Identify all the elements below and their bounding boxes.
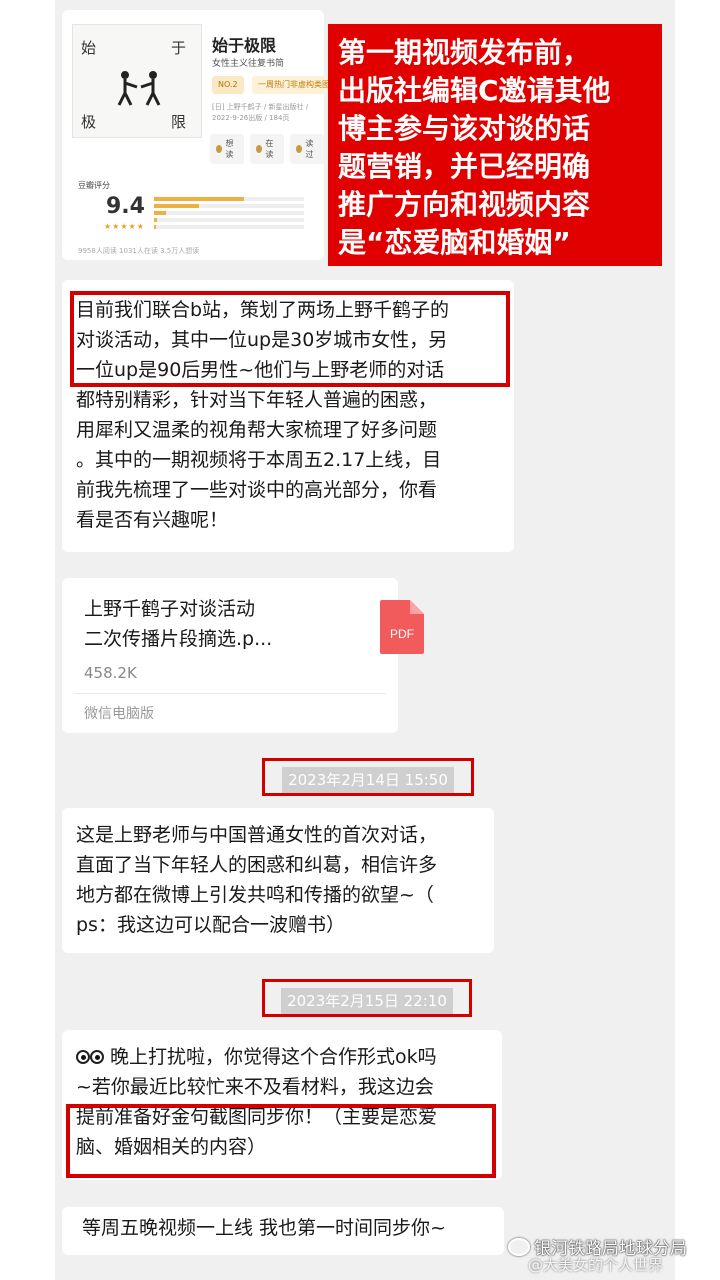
divider (74, 693, 386, 694)
book-subtitle: 女性主义往复书简 (212, 59, 285, 69)
annotation-line: 是“恋爱脑和婚姻” (338, 226, 571, 259)
highlight-box (66, 1104, 496, 1178)
check-icon (296, 145, 303, 153)
message-line: ~若你最近比较忙来不及看材料，我这边会 (76, 1076, 434, 1098)
message-line: 看是否有兴趣呢！ (76, 509, 229, 531)
score-value: 9.4 (106, 194, 145, 219)
book-stats: 9958人阅读 1031人在读 3.5万人想读 (78, 247, 200, 255)
cover-char: 于 (171, 39, 187, 57)
message-line: 用犀利又温柔的视角帮大家梳理了好多问题 (76, 419, 438, 441)
read-button[interactable]: 读过 (290, 134, 324, 164)
timestamp: 2023年2月15日 22:10 (262, 979, 472, 1017)
star-rating: ★★★★★ (104, 222, 145, 231)
book-actions: 想读 在读 读过 (210, 134, 324, 164)
rank-badge: NO.2 (212, 76, 244, 94)
rating-bar-fill (154, 225, 156, 229)
rating-bar-fill (154, 204, 199, 208)
chat-message[interactable]: 这是上野老师与中国普通女性的首次对话， 直面了当下年轻人的困惑和纠葛，相信许多 … (62, 808, 494, 953)
message-text: 晚上打扰啦，你觉得这个合作形式ok吗 (110, 1046, 437, 1068)
rating-bar (154, 218, 304, 222)
timestamp: 2023年2月14日 15:50 (262, 758, 474, 796)
message-line: 直面了当下年轻人的困惑和纠葛，相信许多 (76, 854, 438, 876)
cover-char: 极 (81, 113, 97, 131)
rating-distribution (154, 194, 304, 232)
book-title: 始于极限 (212, 36, 277, 55)
message-line: 等周五晚视频一上线 我也第一时间同步你~ (82, 1217, 446, 1239)
book-icon (256, 145, 263, 153)
rating-bar-fill (154, 197, 244, 201)
file-name-line: 二次传播片段摘选.p... (84, 628, 273, 650)
pdf-icon-label: PDF (390, 627, 414, 641)
eyes-emoji-icon (90, 1050, 104, 1064)
message-line: 地方都在微博上引发共鸣和传播的欲望~（ (76, 884, 434, 906)
chat-message[interactable]: 等周五晚视频一上线 我也第一时间同步你~ (62, 1207, 504, 1255)
cover-char: 限 (171, 113, 187, 131)
book-meta: [日] 上野千鹤子 / 新星出版社 / 2022-9-26出版 / 184页 (212, 103, 309, 122)
rating-bar-fill (154, 211, 166, 215)
file-name-line: 上野千鹤子对谈活动 (84, 598, 256, 620)
file-source: 微信电脑版 (84, 706, 154, 722)
annotation-line: 第一期视频发布前， (338, 36, 591, 69)
message-line: 。其中的一期视频将于本周五2.17上线，目 (76, 449, 442, 471)
annotation-line: 推广方向和视频内容 (338, 188, 591, 221)
file-size: 458.2K (84, 664, 137, 682)
message-line: 晚上打扰啦，你觉得这个合作形式ok吗 (76, 1042, 490, 1072)
book-cover-image: 始 于 极 限 (72, 24, 202, 138)
highlight-box (70, 291, 510, 387)
rating-bar-fill (154, 218, 157, 222)
eyes-emoji-icon (76, 1050, 90, 1064)
annotation-box: 第一期视频发布前， 出版社编辑C邀请其他 博主参与该对谈的话 题营销，并已经明确… (328, 24, 662, 266)
cover-char: 始 (81, 39, 97, 57)
rating-bar (154, 204, 304, 208)
annotation-line: 博主参与该对谈的话 (338, 112, 591, 145)
reading-label: 在读 (265, 139, 274, 159)
pdf-icon: PDF (380, 600, 424, 654)
message-line: 都特别精彩，针对当下年轻人普遍的困惑， (76, 389, 438, 411)
file-attachment-card[interactable]: 上野千鹤子对谈活动 二次传播片段摘选.p... 458.2K PDF 微信电脑版 (62, 578, 424, 733)
want-read-label: 想读 (225, 139, 234, 159)
fencing-figures-illustration (117, 71, 161, 106)
message-line: ps：我这边可以配合一波赠书） (76, 914, 345, 936)
bookmark-icon (216, 145, 223, 153)
watermark-secondary: @大美女的个人世界 (528, 1256, 664, 1274)
reading-button[interactable]: 在读 (250, 134, 284, 164)
annotation-line: 题营销，并已经明确 (338, 150, 591, 183)
rating-bar (154, 211, 304, 215)
score-label: 豆瓣评分 (78, 181, 110, 190)
annotation-line: 出版社编辑C邀请其他 (338, 74, 611, 107)
timestamp-text: 2023年2月14日 15:50 (282, 767, 454, 793)
timestamp-text: 2023年2月15日 22:10 (281, 988, 453, 1014)
rating-bar (154, 225, 304, 229)
message-line: 这是上野老师与中国普通女性的首次对话， (76, 824, 438, 846)
file-name: 上野千鹤子对谈活动 二次传播片段摘选.p... (84, 594, 272, 654)
read-label: 读过 (305, 139, 314, 159)
book-share-card[interactable]: 始 于 极 限 始于极限 女性主义往复书简 NO.2 一周热门非虚构类图书 [日… (62, 10, 364, 260)
wechat-logo-icon (508, 1237, 530, 1256)
message-line: 前我先梳理了一些对谈中的高光部分，你看 (76, 479, 438, 501)
want-read-button[interactable]: 想读 (210, 134, 244, 164)
rating-bar (154, 197, 304, 201)
